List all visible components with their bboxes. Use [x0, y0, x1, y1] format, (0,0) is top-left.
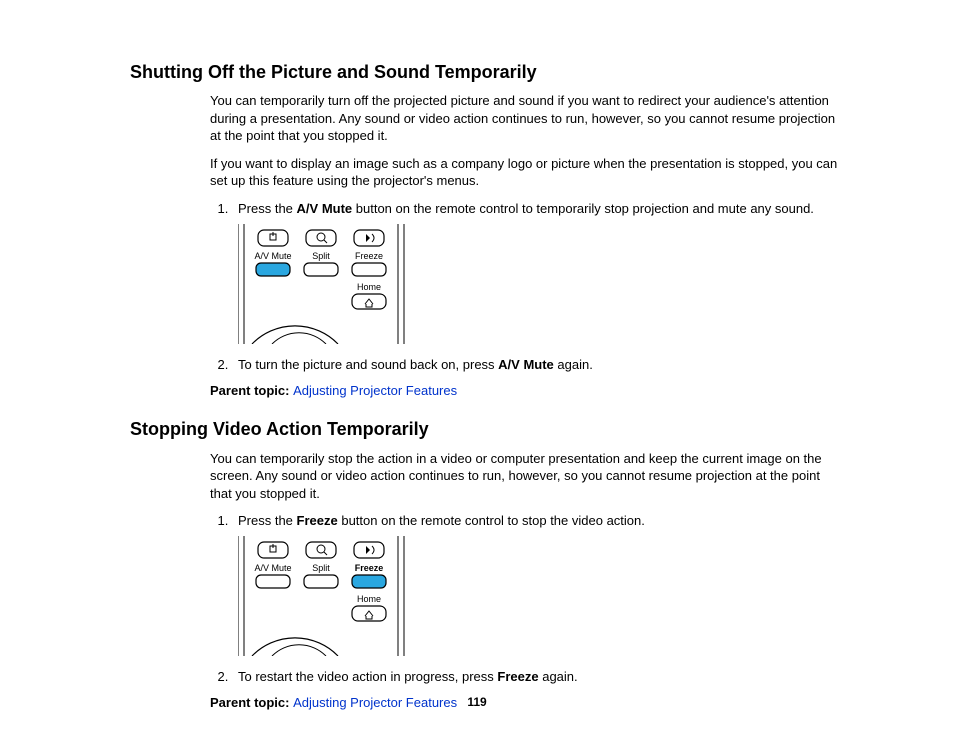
label-split: Split	[312, 251, 330, 261]
remote-svg-1: A/V Mute Split Freeze Home	[238, 224, 408, 344]
btn-avmute-highlight	[256, 263, 290, 276]
section1-step1: Press the A/V Mute button on the remote …	[232, 200, 844, 348]
btn-freeze-highlight	[352, 575, 386, 588]
section1-step2: To turn the picture and sound back on, p…	[232, 356, 844, 374]
text-bold: A/V Mute	[297, 201, 353, 216]
section1-body: You can temporarily turn off the project…	[210, 92, 844, 399]
section2-step1: Press the Freeze button on the remote co…	[232, 512, 844, 660]
section2-title: Stopping Video Action Temporarily	[130, 417, 854, 441]
page: Shutting Off the Picture and Sound Tempo…	[0, 0, 954, 738]
remote-figure-1: A/V Mute Split Freeze Home	[238, 224, 844, 349]
text: To restart the video action in progress,…	[238, 669, 497, 684]
text: button on the remote control to temporar…	[352, 201, 814, 216]
text-bold: A/V Mute	[498, 357, 554, 372]
parent-topic-link[interactable]: Adjusting Projector Features	[293, 383, 457, 398]
label-avmute: A/V Mute	[254, 563, 291, 573]
label-home: Home	[357, 594, 381, 604]
text-bold: Freeze	[497, 669, 538, 684]
text: To turn the picture and sound back on, p…	[238, 357, 498, 372]
label-freeze: Freeze	[355, 251, 383, 261]
section2-step2: To restart the video action in progress,…	[232, 668, 844, 686]
text: again.	[539, 669, 578, 684]
remote-figure-2: A/V Mute Split Freeze Home	[238, 536, 844, 661]
text: Press the	[238, 513, 297, 528]
label-split: Split	[312, 563, 330, 573]
section1-parent: Parent topic: Adjusting Projector Featur…	[210, 382, 844, 400]
text: again.	[554, 357, 593, 372]
label-avmute: A/V Mute	[254, 251, 291, 261]
section1-p1: You can temporarily turn off the project…	[210, 92, 844, 145]
label-home: Home	[357, 282, 381, 292]
section1-title: Shutting Off the Picture and Sound Tempo…	[130, 60, 854, 84]
section2-steps: Press the Freeze button on the remote co…	[210, 512, 844, 686]
section2-body: You can temporarily stop the action in a…	[210, 450, 844, 712]
text: Press the	[238, 201, 297, 216]
section1-steps: Press the A/V Mute button on the remote …	[210, 200, 844, 374]
page-number: 119	[0, 694, 954, 710]
remote-svg-2: A/V Mute Split Freeze Home	[238, 536, 408, 656]
label-freeze: Freeze	[355, 563, 384, 573]
text: button on the remote control to stop the…	[338, 513, 645, 528]
section1-p2: If you want to display an image such as …	[210, 155, 844, 190]
section2-p1: You can temporarily stop the action in a…	[210, 450, 844, 503]
parent-label: Parent topic:	[210, 383, 293, 398]
text-bold: Freeze	[297, 513, 338, 528]
